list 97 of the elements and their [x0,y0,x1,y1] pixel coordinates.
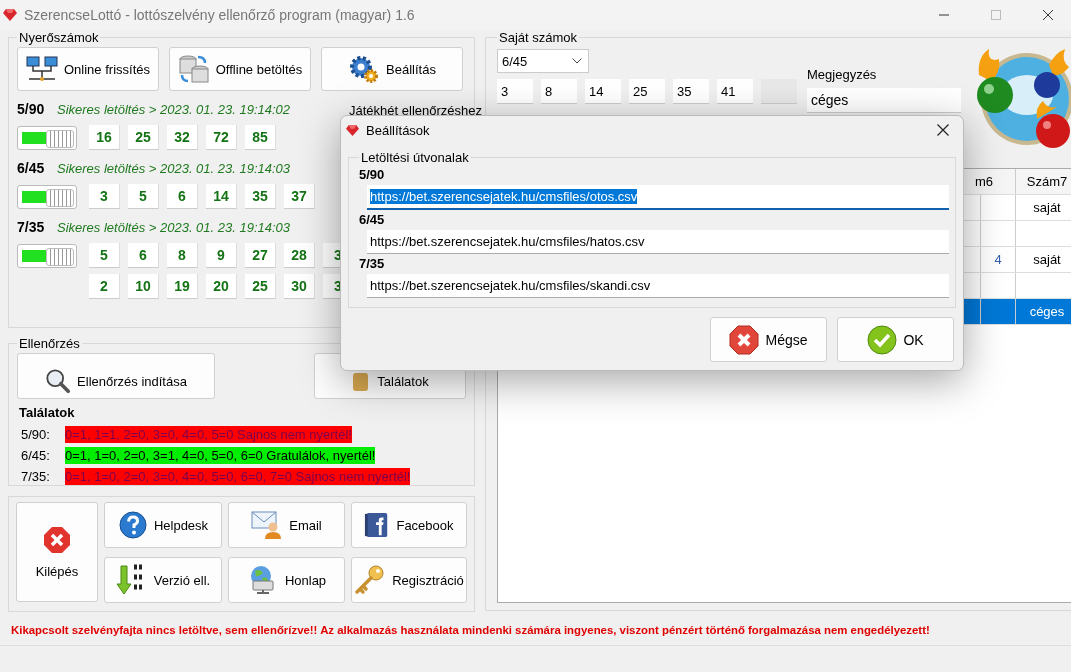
number-cell: 28 [284,243,315,268]
url-field[interactable]: https://bet.szerencsejatek.hu/cmsfiles/otos.csv [367,185,949,210]
url-field[interactable]: https://bet.szerencsejatek.hu/cmsfiles/hatos.csv [367,230,949,254]
maximize-icon[interactable] [991,10,1001,20]
table-cell: saját [1015,247,1071,272]
search-icon [45,368,72,394]
network-icon [26,55,58,83]
window-title: SzerencseLottó - lottószelvény ellenőrző program (magyar) 1.6 [24,7,415,23]
gear-icon [348,54,381,84]
group-title: Nyerőszámok [18,30,100,45]
number-cell: 72 [206,125,237,150]
toggle-switch[interactable] [17,243,77,268]
database-icon [177,54,210,84]
number-cell: 32 [167,125,198,150]
game-name: 5/90 [359,167,386,182]
number-cell: 25 [245,274,276,299]
number-cell: 85 [245,125,276,150]
column-header: Szám7 [1015,169,1071,194]
help-icon [117,510,148,540]
toggle-switch[interactable] [17,125,77,150]
action-button[interactable]: Regisztráció [351,557,467,603]
key-icon [354,564,387,596]
error-icon [43,525,71,554]
checkmark-icon [867,324,898,355]
close-icon[interactable] [937,124,949,136]
note-field[interactable]: céges [807,88,961,113]
cancel-button[interactable]: Mégse [710,317,827,362]
number-field[interactable]: 14 [585,79,621,104]
number-field[interactable] [761,79,797,104]
number-field[interactable]: 3 [497,79,533,104]
number-cell: 19 [167,274,198,299]
group-title: Letöltési útvonalak [360,150,470,165]
group-title: Saját számok [498,30,579,45]
number-field[interactable]: 8 [541,79,577,104]
download-status: Sikeres letöltés > 2023. 01. 23. 19:14:03 [57,220,291,235]
ruby-icon [2,8,18,22]
exit-button[interactable]: Kilépés [16,502,98,602]
number-cell: 37 [284,184,315,209]
close-icon[interactable] [1043,10,1053,20]
toolbar-button[interactable]: Beállítás [321,47,463,91]
number-cell: 35 [245,184,276,209]
url-field[interactable]: https://bet.szerencsejatek.hu/cmsfiles/skandi.csv [367,274,949,298]
note-label: Megjegyzés [807,67,878,82]
ok-button[interactable]: OK [837,317,954,362]
game-name: 6/45: [20,448,51,463]
number-field[interactable]: 41 [717,79,753,104]
game-dropdown[interactable]: 6/45 [497,49,589,73]
action-button[interactable]: Helpdesk [104,502,222,548]
number-cell: 27 [245,243,276,268]
toolbar-button[interactable]: Online frissítés [17,47,159,91]
number-cell: 5 [89,243,120,268]
number-cell: 8 [167,243,198,268]
number-field[interactable]: 25 [629,79,665,104]
toggle-switch[interactable] [17,184,77,209]
number-field[interactable]: 35 [673,79,709,104]
table-cell: saját [1015,195,1071,220]
number-cell: 14 [206,184,237,209]
mail-person-icon [251,510,284,540]
game-name: 5/90: [20,427,51,442]
game-name: 7/35 [17,219,46,235]
action-button[interactable]: Honlap [228,557,345,603]
action-button[interactable]: Facebook [351,502,467,548]
number-cell: 25 [128,125,159,150]
table-cell: 4 [980,247,1015,272]
chevron-down-icon [572,58,582,64]
number-cell: 3 [89,184,120,209]
number-cell: 2 [89,274,120,299]
number-cell: 6 [167,184,198,209]
game-name: 7/35 [359,256,386,271]
number-cell: 5 [128,184,159,209]
number-cell: 16 [89,125,120,150]
check-button[interactable]: Ellenőrzés indítása [17,353,215,399]
game-name: 5/90 [17,101,46,117]
toolbar-button[interactable]: Offline betöltés [169,47,311,91]
action-button[interactable]: Verzió ell. [104,557,222,603]
game-name: 6/45 [17,160,46,176]
number-cell: 6 [128,243,159,268]
number-cell: 9 [206,243,237,268]
results-title: Találatok [19,405,76,420]
error-icon [729,324,760,355]
download-status: Sikeres letöltés > 2023. 01. 23. 19:14:02 [57,102,291,117]
result-text: 0=1, 1=0, 2=0, 3=0, 4=0, 5=0, 6=0, 7=0 Sajnos nem nyertél! [65,468,411,485]
warning-text: Kikapcsolt szelvényfajta nincs letöltve, sem ellenőrízve!! Az alkalmazás használata mindenki számára ingyenes, viszont pénzért történő forgalmazása nem engedélyezett! [10,623,931,636]
result-text: 0=1, 1=0, 2=0, 3=1, 4=0, 5=0, 6=0 Gratulálok, nyertél! [65,447,376,464]
action-button[interactable]: Email [228,502,345,548]
table-cell: céges [1015,299,1071,324]
number-cell: 10 [128,274,159,299]
number-cell: 20 [206,274,237,299]
ruby-icon [345,123,360,137]
download-status: Sikeres letöltés > 2023. 01. 23. 19:14:03 [57,161,291,176]
group-title: Ellenőrzés [18,336,81,351]
dialog-title: Beállítások [366,122,430,138]
number-cell: 30 [284,274,315,299]
game-name: 7/35: [20,469,51,484]
game-name: 6/45 [359,212,386,227]
result-text: 0=1, 1=1, 2=0, 3=0, 4=0, 5=0 Sajnos nem nyertél! [65,426,352,443]
week-label: Játékhét ellenőrzéshez [349,103,482,118]
